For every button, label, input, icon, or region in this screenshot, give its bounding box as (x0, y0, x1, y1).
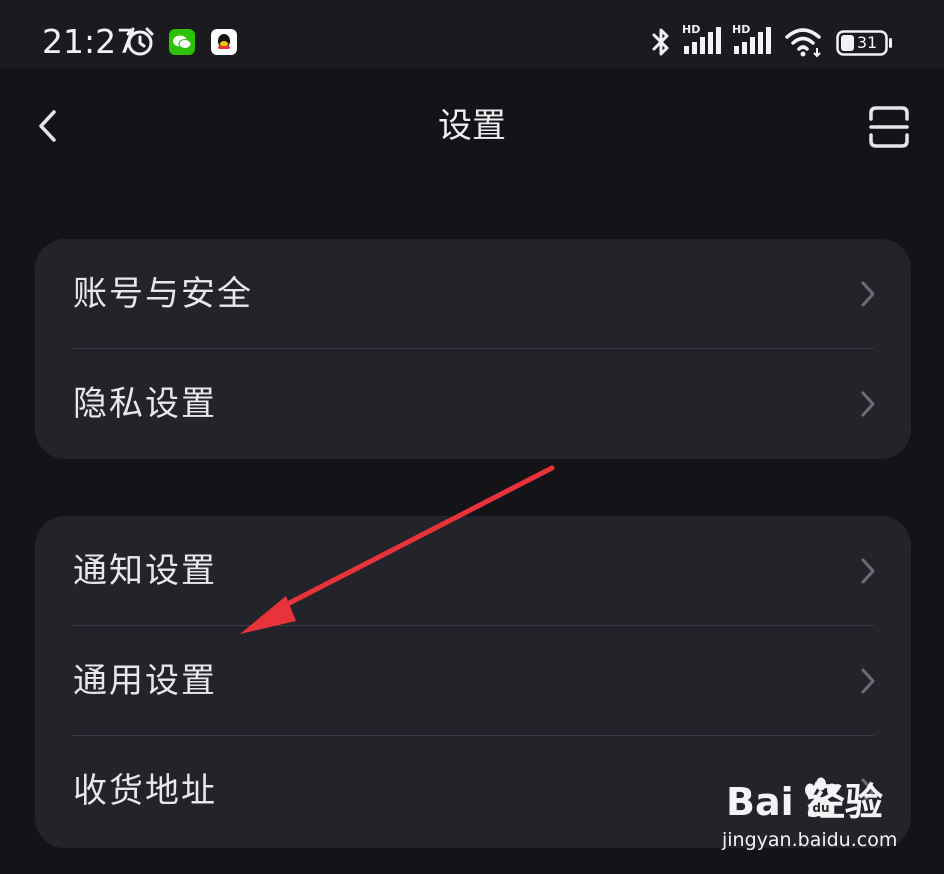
status-bar: 21:27 HD HD 31 (0, 0, 944, 68)
wifi-icon (785, 28, 821, 58)
qq-icon (211, 29, 237, 55)
settings-item-account-security[interactable]: 账号与安全 (35, 239, 911, 349)
chevron-right-icon (861, 391, 875, 417)
scan-icon (869, 106, 909, 148)
signal-icon: HD (732, 24, 774, 58)
scan-button[interactable] (866, 104, 912, 150)
settings-item-label: 收货地址 (73, 771, 217, 811)
settings-group-account: 账号与安全 隐私设置 (35, 239, 911, 459)
watermark: Bai 经验 du jingyan.baidu.com (720, 770, 930, 860)
settings-item-label: 通用设置 (73, 661, 217, 701)
status-time: 21:27 (42, 22, 138, 61)
battery-level: 31 (856, 33, 878, 52)
signal-icon: HD (682, 24, 724, 58)
nav-bar: 设置 (0, 68, 944, 186)
chevron-right-icon (861, 668, 875, 694)
svg-text:du: du (812, 801, 829, 815)
alarm-icon (126, 27, 154, 56)
chevron-right-icon (861, 558, 875, 584)
settings-item-label: 账号与安全 (73, 274, 253, 314)
settings-item-label: 隐私设置 (73, 384, 217, 424)
page-title: 设置 (438, 106, 506, 146)
paw-icon: du (805, 777, 837, 818)
chevron-right-icon (861, 281, 875, 307)
settings-item-privacy[interactable]: 隐私设置 (35, 349, 911, 459)
watermark-url: jingyan.baidu.com (722, 829, 898, 851)
settings-item-label: 通知设置 (73, 551, 217, 591)
battery-icon: 31 (836, 30, 894, 56)
wechat-icon (169, 29, 195, 55)
bluetooth-icon (652, 28, 669, 56)
settings-item-notifications[interactable]: 通知设置 (35, 516, 911, 626)
settings-item-general[interactable]: 通用设置 (35, 626, 911, 736)
